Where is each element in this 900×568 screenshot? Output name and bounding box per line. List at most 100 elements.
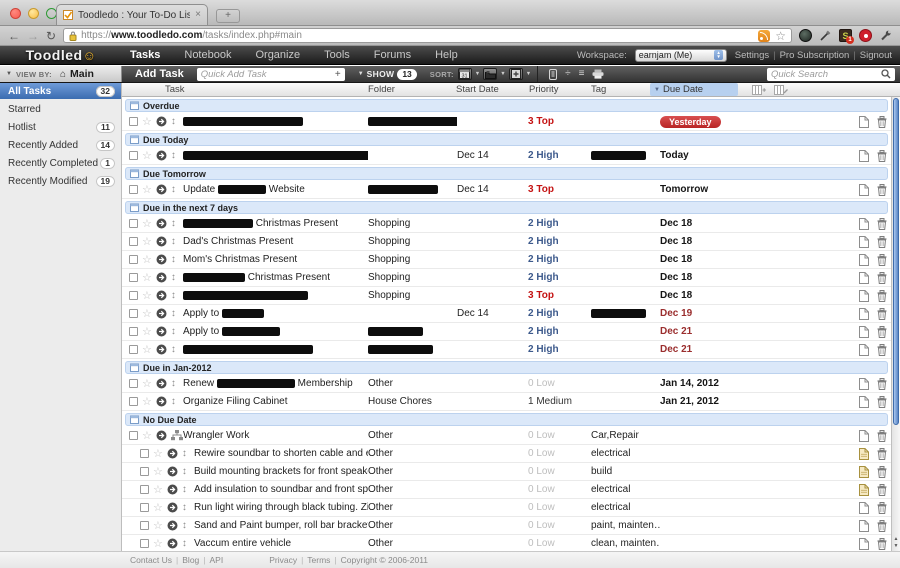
trash-icon[interactable] bbox=[877, 290, 887, 302]
note-icon[interactable] bbox=[859, 448, 869, 460]
folder-cell[interactable]: Other bbox=[368, 448, 457, 459]
extension-s-icon[interactable]: S1 bbox=[839, 29, 852, 42]
task-action-icon[interactable] bbox=[156, 290, 167, 301]
browser-tab[interactable]: Toodledo : Your To-Do List × bbox=[56, 4, 208, 25]
section-header[interactable]: No Due Date bbox=[125, 413, 888, 426]
reorder-icon[interactable]: ↕ bbox=[171, 379, 176, 389]
tag-cell[interactable]: electrical bbox=[591, 484, 660, 495]
task-title[interactable]: Dad's Christmas Present bbox=[183, 236, 368, 247]
task-row[interactable]: ☆↕Organize Filing CabinetHouse Chores1 M… bbox=[122, 393, 891, 411]
quick-add-plus-icon[interactable]: + bbox=[335, 69, 341, 80]
edit-columns-icon[interactable] bbox=[774, 85, 788, 95]
task-title[interactable] bbox=[183, 290, 368, 301]
priority-cell[interactable]: 2 High bbox=[528, 254, 591, 265]
note-icon[interactable] bbox=[859, 502, 869, 514]
divider-view-icon[interactable]: ÷ bbox=[565, 69, 571, 79]
chevron-down-icon[interactable]: ▼ bbox=[475, 71, 480, 77]
task-checkbox[interactable] bbox=[140, 449, 149, 458]
due-date-cell[interactable]: Jan 14, 2012 bbox=[660, 378, 855, 389]
folder-cell[interactable]: Other bbox=[368, 538, 457, 549]
trash-icon[interactable] bbox=[877, 308, 887, 320]
due-date-cell[interactable]: Dec 18 bbox=[660, 218, 855, 229]
task-title[interactable]: Build mounting brackets for front speake… bbox=[194, 466, 368, 477]
sidebar-item-all-tasks[interactable]: All Tasks32 bbox=[0, 83, 121, 99]
star-icon[interactable]: ☆ bbox=[142, 273, 152, 283]
reorder-icon[interactable]: ↕ bbox=[182, 539, 187, 549]
task-action-icon[interactable] bbox=[167, 538, 178, 549]
chevron-down-icon[interactable]: ▼ bbox=[500, 71, 505, 77]
column-start-date[interactable]: Start Date bbox=[456, 84, 529, 95]
due-date-cell[interactable]: Dec 21 bbox=[660, 326, 855, 337]
priority-cell[interactable]: 0 Low bbox=[528, 448, 591, 459]
due-date-cell[interactable]: Dec 18 bbox=[660, 236, 855, 247]
folder-cell[interactable]: Other bbox=[368, 520, 457, 531]
task-checkbox[interactable] bbox=[140, 485, 149, 494]
section-header[interactable]: Due in the next 7 days bbox=[125, 201, 888, 214]
reorder-icon[interactable]: ↕ bbox=[171, 397, 176, 407]
reorder-icon[interactable]: ↕ bbox=[171, 309, 176, 319]
task-action-icon[interactable] bbox=[156, 308, 167, 319]
sidebar-item-recently-added[interactable]: Recently Added14 bbox=[0, 137, 121, 153]
reorder-icon[interactable]: ↕ bbox=[171, 237, 176, 247]
star-icon[interactable]: ☆ bbox=[153, 485, 163, 495]
star-icon[interactable]: ☆ bbox=[142, 219, 152, 229]
task-row[interactable]: ☆↕Vaccum entire vehicleOther0 Lowclean, … bbox=[122, 535, 891, 551]
task-row[interactable]: ☆↕Add insulation to soundbar and front s… bbox=[122, 481, 891, 499]
column-tag[interactable]: Tag bbox=[591, 84, 650, 95]
task-row[interactable]: ☆↕Apply to 2 HighDec 21 bbox=[122, 323, 891, 341]
note-icon[interactable] bbox=[859, 344, 869, 356]
trash-icon[interactable] bbox=[877, 344, 887, 356]
due-date-cell[interactable]: Jan 21, 2012 bbox=[660, 396, 855, 407]
due-date-cell[interactable]: Yesterday bbox=[660, 116, 855, 128]
tag-cell[interactable] bbox=[591, 150, 660, 161]
task-checkbox[interactable] bbox=[129, 151, 138, 160]
tag-cell[interactable]: paint, mainten… bbox=[591, 520, 660, 531]
toodledo-logo[interactable]: Toodled☺ bbox=[0, 47, 122, 63]
task-checkbox[interactable] bbox=[129, 273, 138, 282]
priority-cell[interactable]: 2 High bbox=[528, 218, 591, 229]
reorder-icon[interactable]: ↕ bbox=[171, 327, 176, 337]
priority-cell[interactable]: 2 High bbox=[528, 272, 591, 283]
folder-cell[interactable]: Shopping bbox=[368, 218, 457, 229]
task-row[interactable]: ☆↕ Christmas PresentShopping2 HighDec 18 bbox=[122, 215, 891, 233]
note-icon[interactable] bbox=[859, 430, 869, 442]
note-icon[interactable] bbox=[859, 396, 869, 408]
trash-icon[interactable] bbox=[877, 218, 887, 230]
note-icon[interactable] bbox=[859, 466, 869, 478]
task-action-icon[interactable] bbox=[156, 430, 167, 441]
star-icon[interactable]: ☆ bbox=[142, 185, 152, 195]
star-icon[interactable]: ☆ bbox=[153, 467, 163, 477]
tag-cell[interactable] bbox=[591, 308, 660, 319]
task-row[interactable]: ☆↕2 HighDec 21 bbox=[122, 341, 891, 359]
task-row[interactable]: ☆Wrangler WorkOther0 LowCar,Repair bbox=[122, 427, 891, 445]
trash-icon[interactable] bbox=[877, 466, 887, 478]
task-row[interactable]: ☆↕Dec 142 HighToday bbox=[122, 147, 891, 165]
star-icon[interactable]: ☆ bbox=[142, 117, 152, 127]
priority-cell[interactable]: 2 High bbox=[528, 150, 591, 161]
task-action-icon[interactable] bbox=[156, 150, 167, 161]
trash-icon[interactable] bbox=[877, 378, 887, 390]
footer-link[interactable]: Contact Us bbox=[130, 555, 172, 565]
note-icon[interactable] bbox=[859, 326, 869, 338]
priority-cell[interactable]: 2 High bbox=[528, 344, 591, 355]
task-action-icon[interactable] bbox=[156, 116, 167, 127]
note-icon[interactable] bbox=[859, 150, 869, 162]
task-row[interactable]: ☆↕3 TopYesterday bbox=[122, 113, 891, 131]
sidebar-item-starred[interactable]: Starred bbox=[0, 101, 121, 117]
priority-cell[interactable]: 0 Low bbox=[528, 502, 591, 513]
reorder-icon[interactable]: ↕ bbox=[182, 449, 187, 459]
task-checkbox[interactable] bbox=[129, 431, 138, 440]
task-row[interactable]: ☆↕Mom's Christmas PresentShopping2 HighD… bbox=[122, 251, 891, 269]
task-checkbox[interactable] bbox=[129, 327, 138, 336]
task-title[interactable] bbox=[183, 116, 368, 127]
eyedropper-extension-icon[interactable] bbox=[819, 29, 832, 42]
workspace-select[interactable]: earnjam (Me) ▲▼ bbox=[635, 49, 727, 62]
back-icon[interactable]: ← bbox=[8, 30, 20, 42]
task-action-icon[interactable] bbox=[156, 272, 167, 283]
priority-cell[interactable]: 0 Low bbox=[528, 538, 591, 549]
note-icon[interactable] bbox=[859, 484, 869, 496]
task-checkbox[interactable] bbox=[140, 521, 149, 530]
task-checkbox[interactable] bbox=[129, 379, 138, 388]
note-icon[interactable] bbox=[859, 254, 869, 266]
task-title[interactable]: Organize Filing Cabinet bbox=[183, 396, 368, 407]
